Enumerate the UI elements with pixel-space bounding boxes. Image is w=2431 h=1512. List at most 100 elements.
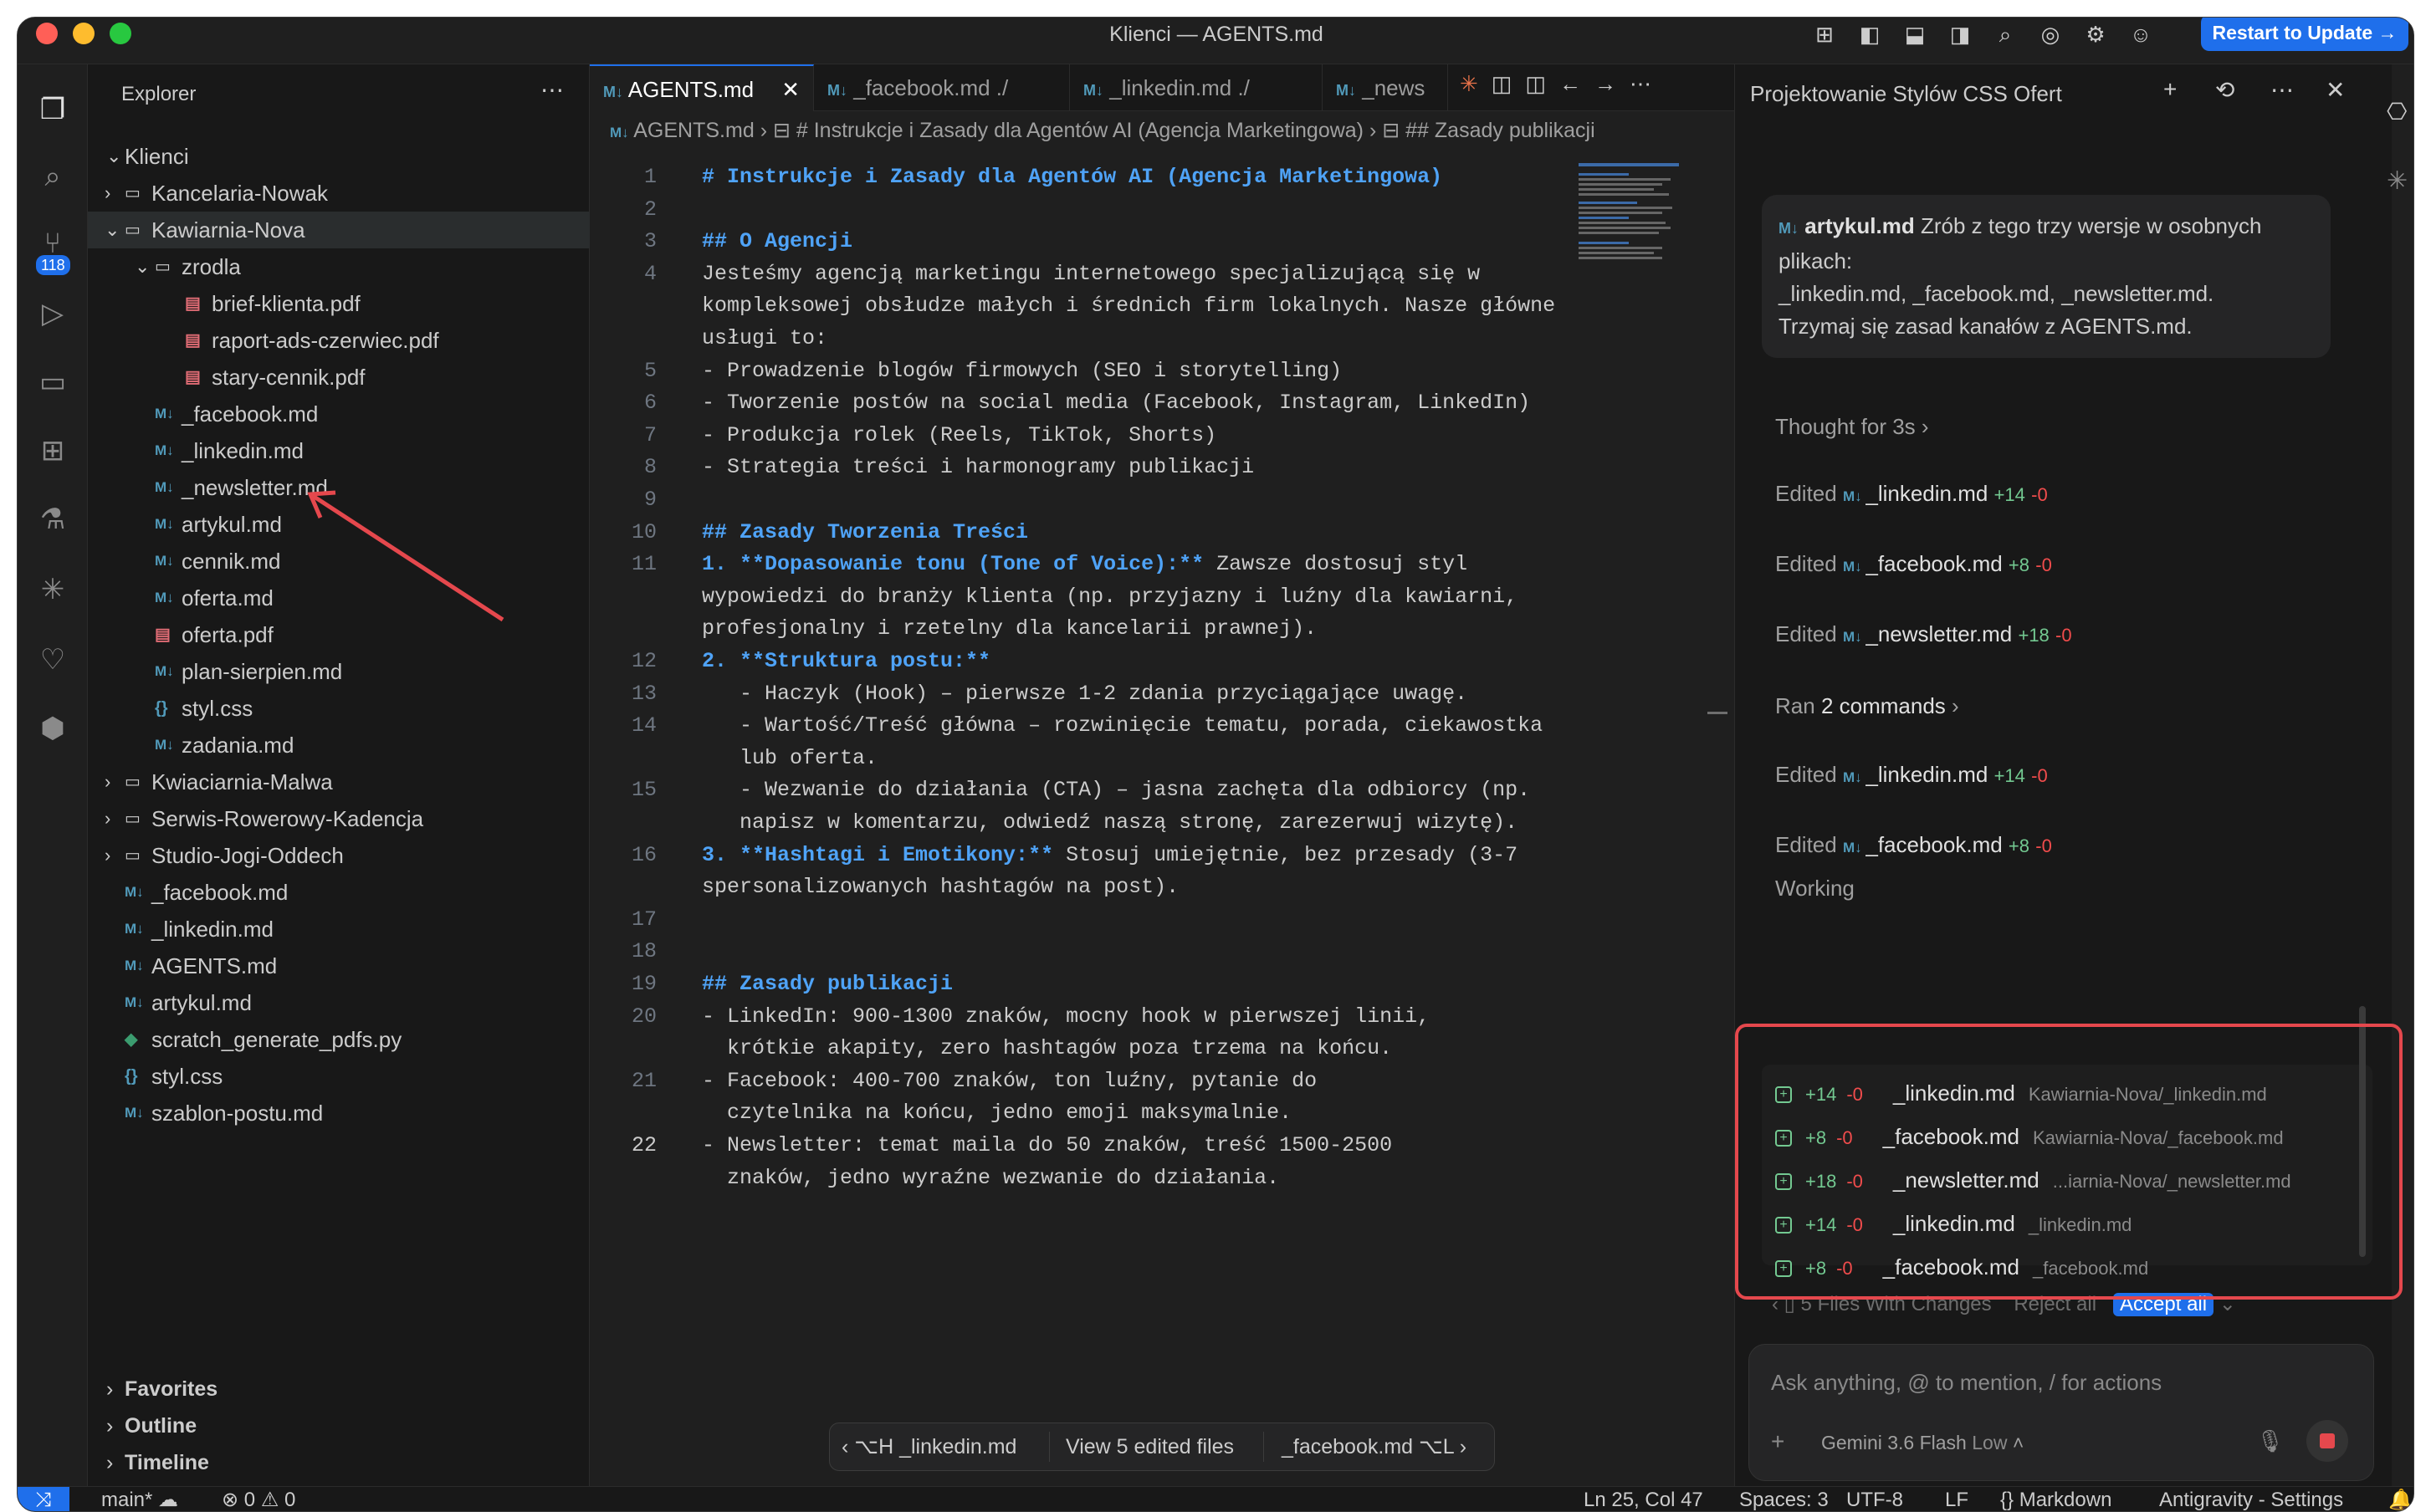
search-icon[interactable]: ⌕ (1988, 19, 2022, 49)
account-icon[interactable]: ☺ (2124, 19, 2157, 49)
restart-to-update-button[interactable]: Restart to Update → (2201, 18, 2408, 51)
markdown-icon: M↓ (1336, 82, 1356, 99)
tree-file[interactable]: M↓ szablon-postu.md (88, 1095, 590, 1131)
tab-newsletter-md[interactable]: M↓ _news (1323, 64, 1448, 111)
tree-file[interactable]: M↓ _facebook.md (88, 874, 590, 911)
tree-file[interactable]: M↓ _linkedin.md (88, 911, 590, 948)
tab-facebook-md[interactable]: M↓ _facebook.md ./ (814, 64, 1070, 111)
next-edit-button[interactable]: _facebook.md ⌥L › (1282, 1423, 1466, 1470)
previous-edit-button[interactable]: ‹ ⌥H _linkedin.md (842, 1423, 1016, 1470)
tree-item-label: zrodla (182, 254, 241, 279)
cursor-position[interactable]: Ln 25, Col 47 (1584, 1487, 1703, 1511)
breadcrumb-subheading[interactable]: ## Zasady publikacji (1405, 119, 1595, 142)
edited-file-event[interactable]: Edited M↓ _newsletter.md +18 -0 (1775, 621, 2072, 647)
minimap[interactable] (1579, 163, 1679, 263)
tree-file[interactable]: ◆ scratch_generate_pdfs.py (88, 1021, 590, 1058)
more-actions-icon[interactable]: ⋯ (1630, 71, 1665, 96)
forward-arrow-icon[interactable]: → (1594, 71, 1630, 96)
timeline-section[interactable]: › Timeline (88, 1444, 590, 1481)
tree-folder[interactable]: › ▭ Kancelaria-Nowak (88, 175, 590, 212)
stop-button[interactable] (2306, 1420, 2348, 1462)
tree-file[interactable]: M↓ zadania.md (88, 727, 590, 764)
tree-file[interactable]: M↓ _linkedin.md (88, 432, 590, 469)
message-file-chip[interactable]: artykul.md (1804, 213, 1915, 238)
notifications-icon[interactable]: 🔔 (2388, 1487, 2413, 1511)
model-selector[interactable]: Gemini 3.6 Flash Low ˄ (1821, 1432, 2024, 1454)
chevron-right-icon: › (106, 1414, 114, 1438)
additions-count: +14 (1993, 484, 2025, 505)
gear-icon[interactable]: ⚙ (2079, 19, 2112, 49)
microphone-icon[interactable]: 🎙 (2256, 1428, 2284, 1454)
extensions-icon[interactable]: ⊞ (33, 431, 73, 471)
ran-commands-event[interactable]: Ran 2 commands › (1775, 693, 1959, 719)
language-status[interactable]: {} Markdown (2000, 1487, 2111, 1511)
edited-file-event[interactable]: Edited M↓ _facebook.md +8 -0 (1775, 832, 2052, 858)
containers-icon[interactable]: ⬢ (33, 708, 73, 748)
edited-file-event[interactable]: Edited M↓ _facebook.md +8 -0 (1775, 551, 2052, 577)
tree-file[interactable]: M↓ artykul.md (88, 984, 590, 1021)
toggle-panel-icon[interactable]: ⬓ (1898, 19, 1932, 49)
edited-file-event[interactable]: Edited M↓ _linkedin.md +14 -0 (1775, 481, 2048, 507)
chat-input[interactable]: Ask anything, @ to mention, / for action… (1771, 1370, 2162, 1396)
message-text-2: _linkedin.md, _facebook.md, _newsletter.… (1778, 281, 2214, 306)
tree-folder[interactable]: › ▭ Kwiaciarnia-Malwa (88, 764, 590, 800)
search-icon[interactable]: ⌕ (33, 156, 73, 197)
eol-status[interactable]: LF (1945, 1487, 1968, 1511)
tab-linkedin-md[interactable]: M↓ _linkedin.md ./ (1070, 64, 1323, 111)
tree-file[interactable]: {} styl.css (88, 1058, 590, 1095)
toggle-secondary-sidebar-icon[interactable]: ◨ (1943, 19, 1977, 49)
tab-agents-md[interactable]: M↓ AGENTS.md ✕ (590, 64, 814, 111)
back-arrow-icon[interactable]: ← (1559, 71, 1594, 96)
tree-file[interactable]: M↓ AGENTS.md (88, 948, 590, 984)
more-actions-icon[interactable]: ⋯ (2270, 76, 2294, 104)
breadcrumb-heading[interactable]: # Instrukcje i Zasady dla Agentów AI (Ag… (796, 119, 1364, 142)
tree-root[interactable]: ⌄ Klienci (88, 138, 590, 175)
favorites-section[interactable]: › Favorites (88, 1371, 590, 1407)
agent-spark-icon[interactable]: ✳ (2387, 166, 2408, 196)
encoding-status[interactable]: UTF-8 (1846, 1487, 1903, 1511)
outline-section[interactable]: › Outline (88, 1407, 590, 1444)
branch-status[interactable]: main* ☁ (101, 1487, 178, 1511)
agent-spark-icon[interactable]: ✳ (1460, 71, 1492, 96)
breadcrumb-file[interactable]: AGENTS.md (633, 119, 754, 142)
toggle-sidebar-icon[interactable]: ◧ (1853, 19, 1886, 49)
tree-folder[interactable]: › ▭ Studio-Jogi-Oddech (88, 837, 590, 874)
view-edited-files-button[interactable]: View 5 edited files (1066, 1423, 1234, 1470)
layout-icon[interactable]: ⊞ (1808, 19, 1841, 49)
chat-input-box: Ask anything, @ to mention, / for action… (1748, 1344, 2374, 1481)
close-icon[interactable]: ✕ (2326, 76, 2345, 104)
tree-file[interactable]: M↓ _facebook.md (88, 396, 590, 432)
explorer-icon[interactable]: ❐ (33, 89, 73, 130)
tree-folder[interactable]: ⌄ ▭ Kawiarnia-Nova (88, 212, 590, 248)
agent-spark-icon[interactable]: ✳ (33, 570, 73, 610)
history-icon[interactable]: ⟲ (2215, 76, 2234, 104)
tree-folder[interactable]: ⌄ ▭ zrodla (88, 248, 590, 285)
open-preview-icon[interactable]: ◫ (1492, 71, 1526, 96)
tree-folder[interactable]: › ▭ Serwis-Rowerowy-Kadencja (88, 800, 590, 837)
tree-file[interactable]: ▤ raport-ads-czerwiec.pdf (88, 322, 590, 359)
testing-icon[interactable]: ⚗ (33, 499, 73, 539)
agent-robot-icon[interactable]: ⎔ (2387, 98, 2407, 125)
indentation-status[interactable]: Spaces: 3 (1739, 1487, 1829, 1511)
tree-file[interactable]: M↓ plan-sierpien.md (88, 653, 590, 690)
tree-file[interactable]: ▤ brief-klienta.pdf (88, 285, 590, 322)
settings-status[interactable]: Antigravity - Settings (2159, 1487, 2343, 1511)
tree-file[interactable]: {} styl.css (88, 690, 590, 727)
browser-icon[interactable]: ◎ (2034, 19, 2067, 49)
run-debug-icon[interactable]: ▷ (33, 294, 73, 334)
remote-indicator-icon[interactable]: ⤨ (18, 1487, 69, 1511)
remote-explorer-icon[interactable]: ▭ (33, 362, 73, 402)
tree-file[interactable]: ▤ stary-cennik.pdf (88, 359, 590, 396)
problems-status[interactable]: ⊗ 0 ⚠ 0 (222, 1487, 295, 1511)
more-actions-icon[interactable]: ⋯ (540, 76, 564, 104)
thought-toggle[interactable]: Thought for 3s › (1775, 414, 1929, 440)
split-editor-icon[interactable]: ◫ (1525, 71, 1559, 96)
new-chat-icon[interactable]: + (2163, 76, 2177, 103)
chevron-right-icon: › (105, 845, 111, 866)
code-line: - Tworzenie postów na social media (Face… (702, 391, 1531, 415)
edited-file-event[interactable]: Edited M↓ _linkedin.md +14 -0 (1775, 762, 2048, 788)
close-icon[interactable]: ✕ (781, 66, 800, 113)
favorites-heart-icon[interactable]: ♡ (33, 640, 73, 680)
markdown-icon: M↓ (1778, 220, 1799, 237)
add-context-icon[interactable]: + (1771, 1428, 1784, 1455)
